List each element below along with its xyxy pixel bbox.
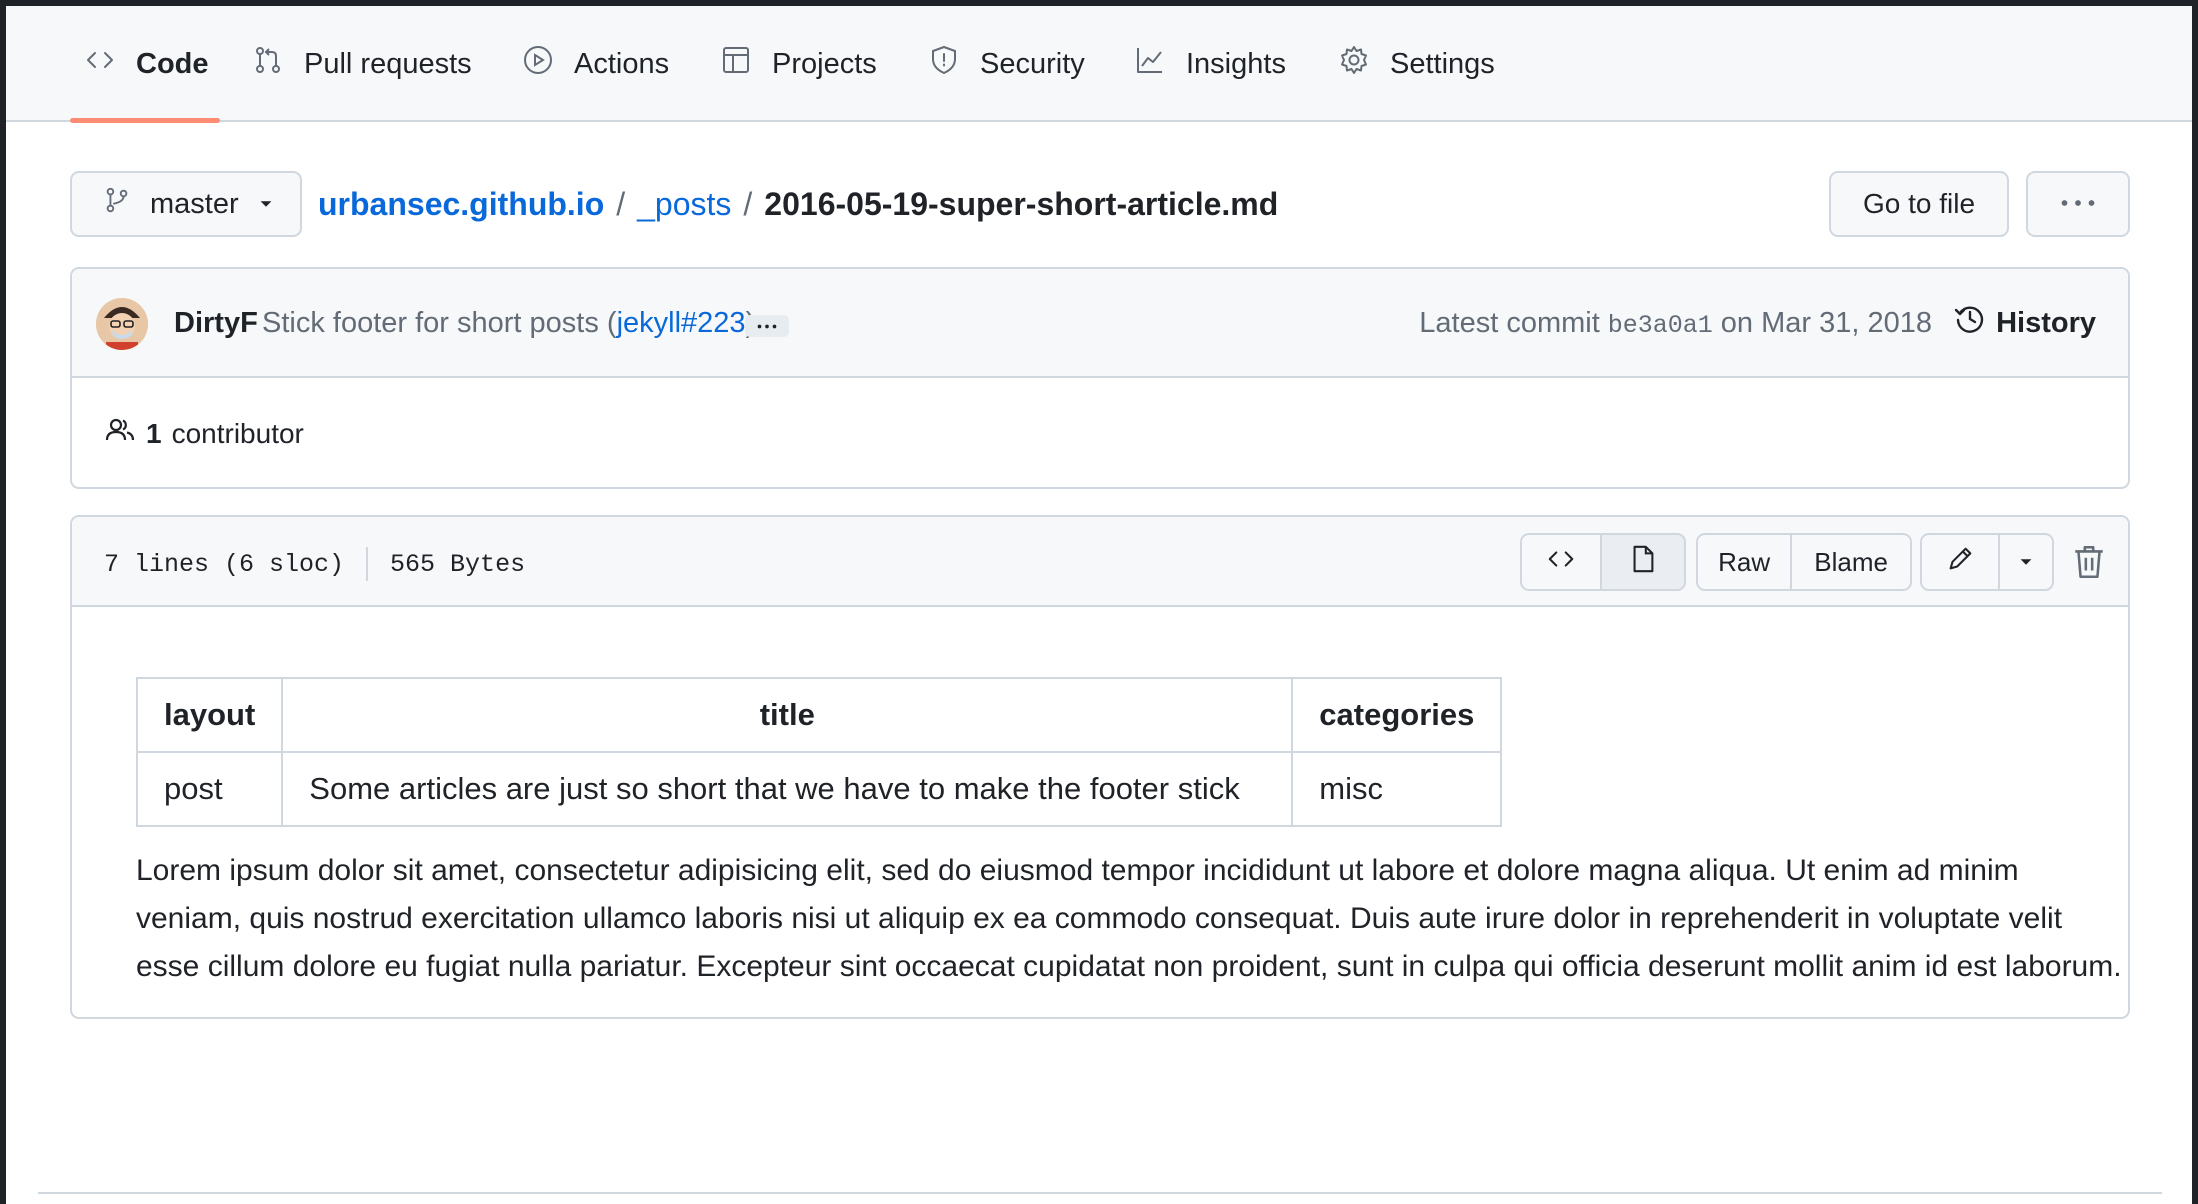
git-pull-request-icon	[252, 44, 284, 84]
tab-insights[interactable]: Insights	[1134, 6, 1286, 122]
tab-label: Security	[980, 47, 1085, 80]
tab-actions[interactable]: Actions	[522, 6, 669, 122]
tab-label: Settings	[1390, 47, 1495, 80]
table-header-row: layout title categories	[135, 677, 1503, 753]
tab-label: Pull requests	[304, 47, 472, 80]
breadcrumb-repo-link[interactable]: urbansec.github.io	[318, 186, 604, 223]
code-icon	[84, 44, 116, 84]
tab-pull-requests[interactable]: Pull requests	[252, 6, 472, 122]
markdown-paragraph: Lorem ipsum dolor sit amet, consectetur …	[136, 854, 2122, 983]
history-icon	[1954, 303, 1986, 343]
breadcrumb-file-name: 2016-05-19-super-short-article.md	[764, 185, 1279, 222]
edit-options-dropdown[interactable]	[2000, 535, 2052, 589]
graph-icon	[1134, 44, 1166, 84]
contributors[interactable]: 1 contributor	[104, 414, 304, 453]
file-viewer: 7 lines (6 sloc) 565 Bytes Raw Blame lay…	[70, 515, 2130, 1019]
table-header-cell: categories	[1291, 677, 1503, 753]
code-icon	[1546, 544, 1576, 581]
tab-projects[interactable]: Projects	[720, 6, 877, 122]
commit-header: DirtyF Stick footer for short posts (jek…	[72, 269, 2128, 378]
history-link[interactable]: History	[1954, 301, 2096, 345]
frontmatter-table: layout title categories post Some articl…	[135, 677, 1503, 827]
commit-message[interactable]: Stick footer for short posts (jekyll#223…	[262, 307, 755, 340]
commit-message-text: Stick footer for short posts (	[262, 307, 617, 339]
divider	[38, 1192, 2162, 1194]
breadcrumb: urbansec.github.io / _posts / 2016-05-19…	[318, 180, 1278, 228]
blame-button[interactable]: Blame	[1792, 535, 1910, 589]
expand-commit-message-button[interactable]	[745, 315, 789, 337]
history-label: History	[1996, 306, 2096, 339]
edit-file-button[interactable]	[1922, 535, 2000, 589]
table-cell: misc	[1291, 751, 1503, 827]
table-row: post Some articles are just so short tha…	[135, 751, 1503, 827]
trash-icon	[2072, 545, 2106, 585]
kebab-horizontal-icon	[2060, 195, 2096, 213]
breadcrumb-separator: /	[616, 185, 626, 222]
latest-commit-label: Latest commit	[1419, 307, 1600, 339]
people-icon	[104, 414, 136, 453]
contributor-label: contributor	[171, 417, 304, 449]
file-icon	[1628, 544, 1658, 581]
commit-issue-link[interactable]: jekyll#223	[617, 307, 746, 339]
table-cell: post	[135, 751, 284, 827]
tab-security[interactable]: Security	[928, 6, 1085, 122]
tab-label: Actions	[574, 47, 670, 80]
delete-file-button[interactable]	[2072, 543, 2106, 581]
commit-sha-link[interactable]: be3a0a1	[1608, 311, 1713, 340]
pencil-icon	[1945, 544, 1975, 581]
file-line-count: 7 lines (6 sloc)	[104, 549, 345, 579]
caret-down-icon	[2017, 547, 2035, 578]
more-options-button[interactable]	[2026, 171, 2130, 237]
divider	[366, 547, 369, 581]
table-icon	[720, 44, 752, 84]
branch-name: master	[150, 187, 239, 220]
tab-settings[interactable]: Settings	[1338, 6, 1495, 122]
branch-select-button[interactable]: master	[70, 171, 302, 237]
play-circle-icon	[522, 44, 554, 84]
raw-button[interactable]: Raw	[1698, 535, 1793, 589]
file-size: 565 Bytes	[390, 549, 526, 579]
file-header: 7 lines (6 sloc) 565 Bytes Raw Blame	[72, 517, 2128, 607]
latest-commit-box: DirtyF Stick footer for short posts (jek…	[70, 267, 2130, 489]
source-view-button[interactable]	[1522, 535, 1603, 589]
repo-tab-nav: Code Pull requests Actions Projects Secu…	[6, 6, 2192, 123]
avatar[interactable]	[96, 298, 148, 350]
latest-commit-info: Latest commit be3a0a1 on Mar 31, 2018	[1419, 307, 1932, 340]
view-mode-toggle	[1520, 533, 1686, 591]
breadcrumb-separator: /	[743, 185, 753, 222]
active-tab-indicator	[70, 118, 220, 123]
tab-label: Projects	[772, 47, 877, 80]
commit-date: on Mar 31, 2018	[1720, 307, 1932, 339]
rendered-view-button[interactable]	[1602, 535, 1684, 589]
tab-code[interactable]: Code	[84, 6, 209, 122]
page: Code Pull requests Actions Projects Secu…	[6, 6, 2192, 1204]
table-cell: Some articles are just so short that we …	[281, 751, 1294, 827]
file-info: 7 lines (6 sloc) 565 Bytes	[104, 547, 525, 581]
gear-icon	[1338, 44, 1370, 84]
caret-down-icon	[257, 188, 275, 221]
git-branch-icon	[102, 185, 132, 223]
go-to-file-button[interactable]: Go to file	[1829, 171, 2009, 237]
shield-icon	[928, 44, 960, 84]
contributor-count: 1	[146, 417, 162, 449]
tab-label: Code	[136, 47, 209, 80]
commit-author-link[interactable]: DirtyF	[174, 307, 258, 340]
table-header-cell: layout	[135, 677, 284, 753]
tab-label: Insights	[1186, 47, 1286, 80]
raw-blame-group: Raw Blame	[1696, 533, 1912, 591]
edit-group	[1920, 533, 2054, 591]
table-header-cell: title	[281, 677, 1294, 753]
breadcrumb-folder-link[interactable]: _posts	[637, 186, 731, 223]
